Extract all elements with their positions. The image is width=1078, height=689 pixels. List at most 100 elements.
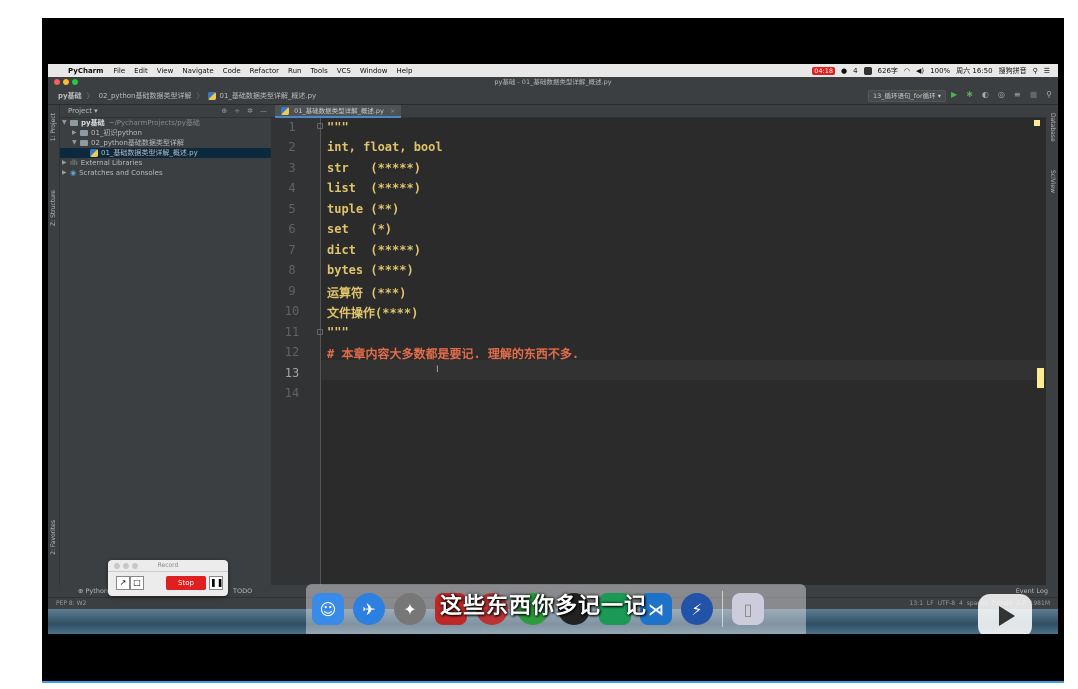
debug-icon[interactable]: ✱ — [966, 90, 973, 99]
locate-icon[interactable]: ⊕ — [221, 107, 227, 115]
close-tab-icon[interactable]: × — [390, 107, 395, 115]
volume-icon[interactable]: ◀) — [916, 67, 924, 75]
thunder-dock-icon[interactable]: ⚡ — [681, 593, 713, 625]
input-method[interactable]: 搜狗拼音 — [999, 66, 1027, 76]
line-number-current: 13 — [284, 366, 300, 380]
menu-file[interactable]: File — [113, 67, 125, 75]
run-configuration-select[interactable]: 13_循环语句_for循环 ▾ — [867, 90, 946, 102]
menubar-status: 04:18 ● 4 626字 ◠ ◀) 100% 周六 16:50 搜狗拼音 ⚲… — [812, 66, 1058, 76]
record-pause-icon[interactable]: ❚❚ — [209, 576, 223, 590]
spotlight-icon[interactable]: ⚲ — [1033, 67, 1038, 75]
menu-refactor[interactable]: Refactor — [250, 67, 279, 75]
menu-tools[interactable]: Tools — [310, 67, 327, 75]
wifi-icon[interactable]: ◠ — [904, 67, 910, 75]
menu-navigate[interactable]: Navigate — [182, 67, 213, 75]
app-status-icon[interactable] — [863, 66, 872, 75]
expand-arrow-icon[interactable]: ▼ — [72, 138, 80, 148]
tree-item-folder-02[interactable]: ▼ 02_python基础数据类型详解 — [60, 138, 271, 148]
record-stop-button[interactable]: Stop — [166, 576, 206, 590]
search-icon[interactable]: ⚲ — [1046, 90, 1052, 99]
line-number: 14 — [284, 386, 300, 400]
tree-item-label: 02_python基础数据类型详解 — [91, 139, 184, 147]
collapse-icon[interactable]: ÷ — [234, 107, 240, 115]
menu-view[interactable]: View — [157, 67, 174, 75]
breadcrumb-project[interactable]: py基础 — [58, 91, 82, 101]
coverage-icon[interactable]: ◐ — [982, 90, 989, 99]
status-message: PEP 8: W2 — [56, 600, 87, 607]
video-play-icon[interactable] — [978, 594, 1032, 634]
breadcrumb-file[interactable]: 01_基础数据类型详解_概述.py — [219, 91, 316, 101]
tree-item-scratches[interactable]: ▶ ◉ Scratches and Consoles — [60, 168, 271, 178]
tree-item-project-root[interactable]: ▼ py基础 ~/PycharmProjects/py基础 — [60, 118, 271, 128]
tree-item-current-file[interactable]: 01_基础数据类型详解_概述.py — [60, 148, 271, 158]
fold-marker-icon[interactable] — [317, 123, 323, 129]
launchpad-icon[interactable]: ✦ — [394, 593, 426, 625]
project-panel: Project ▾ ⊕ ÷ ✲ — ▼ py基础 ~/PycharmProjec… — [60, 105, 271, 585]
clock[interactable]: 周六 16:50 — [956, 66, 992, 76]
expand-arrow-icon[interactable]: ▶ — [72, 128, 80, 138]
build-icon[interactable]: ≡ — [1014, 90, 1021, 99]
line-number: 3 — [288, 161, 296, 175]
python-console-button[interactable]: ⊕ Python — [78, 587, 108, 595]
run-icon[interactable]: ▶ — [951, 90, 957, 99]
editor-tab-bar: 01_基础数据类型详解_概述.py × — [271, 105, 1046, 118]
expand-arrow-icon[interactable]: ▶ — [62, 158, 70, 168]
right-tool-strip: Database SciView — [1046, 105, 1058, 585]
expand-arrow-icon[interactable]: ▶ — [62, 168, 70, 178]
zoom-window-icon[interactable] — [72, 79, 78, 85]
memory-status[interactable]: 626字 — [878, 66, 898, 76]
close-window-icon[interactable] — [54, 79, 60, 85]
mac-menubar: PyCharm File Edit View Navigate Code Ref… — [48, 64, 1058, 77]
inspection-ok-icon[interactable] — [1034, 120, 1040, 126]
menu-vcs[interactable]: VCS — [337, 67, 351, 75]
line-number: 8 — [288, 263, 296, 277]
tree-item-label: External Libraries — [80, 159, 143, 167]
sciview-tool-button[interactable]: SciView — [1049, 170, 1056, 193]
line-number: 4 — [288, 181, 296, 195]
recording-time[interactable]: 04:18 — [812, 66, 835, 75]
trash-icon[interactable]: ▯ — [732, 593, 764, 625]
favorites-tool-button[interactable]: 2: Favorites — [50, 520, 57, 555]
tree-item-external-libraries[interactable]: ▶ ıllı External Libraries — [60, 158, 271, 168]
line-number: 11 — [284, 325, 300, 339]
tree-item-label: 01_初识python — [91, 129, 142, 137]
run-config-label: 13_循环语句_for循环 — [872, 92, 936, 100]
menu-edit[interactable]: Edit — [134, 67, 148, 75]
todo-button[interactable]: TODO — [233, 587, 252, 595]
project-view-select[interactable]: Project ▾ — [68, 107, 98, 115]
menu-run[interactable]: Run — [288, 67, 301, 75]
battery-level[interactable]: 100% — [930, 67, 950, 75]
finder-icon[interactable]: ☺ — [312, 593, 344, 625]
stop-icon[interactable]: ■ — [1030, 90, 1038, 99]
fold-marker-icon[interactable] — [317, 329, 323, 335]
breadcrumb-folder[interactable]: 02_python基础数据类型详解 — [99, 91, 192, 101]
navigation-bar: py基础 〉 02_python基础数据类型详解 〉 01_基础数据类型详解_概… — [48, 87, 1058, 105]
app-name[interactable]: PyCharm — [68, 67, 103, 75]
record-draw-icon[interactable]: ↗ — [116, 576, 130, 590]
project-tool-button[interactable]: 1: Project — [50, 113, 57, 141]
editor-tab-active[interactable]: 01_基础数据类型详解_概述.py × — [275, 105, 402, 118]
wechat-icon[interactable]: ● — [841, 67, 847, 75]
hide-panel-icon[interactable]: — — [260, 107, 267, 115]
tree-item-folder-01[interactable]: ▶ 01_初识python — [60, 128, 271, 138]
video-progress-line — [42, 681, 1064, 683]
notification-center-icon[interactable]: ☰ — [1044, 67, 1050, 75]
memory-indicator[interactable]: 1981M — [1030, 600, 1050, 607]
settings-gear-icon[interactable]: ✲ — [247, 107, 253, 115]
minimize-window-icon[interactable] — [63, 79, 69, 85]
profile-icon[interactable]: ◎ — [998, 90, 1005, 99]
structure-tool-button[interactable]: Z: Structure — [50, 190, 57, 226]
line-number: 7 — [288, 243, 296, 257]
screen: PyCharm File Edit View Navigate Code Ref… — [48, 64, 1058, 634]
python-file-icon — [90, 149, 98, 157]
code-line: """ — [327, 120, 349, 134]
record-area-icon[interactable]: □ — [130, 576, 144, 590]
code-editor[interactable]: I 1 """ 2 int, float, bool 3 str (*****)… — [271, 118, 1046, 585]
safari-icon[interactable]: ✈ — [353, 593, 385, 625]
expand-arrow-icon[interactable]: ▼ — [62, 118, 70, 128]
code-line: set (*) — [327, 222, 393, 236]
menu-help[interactable]: Help — [396, 67, 412, 75]
database-tool-button[interactable]: Database — [1049, 113, 1056, 142]
menu-window[interactable]: Window — [360, 67, 388, 75]
menu-code[interactable]: Code — [223, 67, 241, 75]
